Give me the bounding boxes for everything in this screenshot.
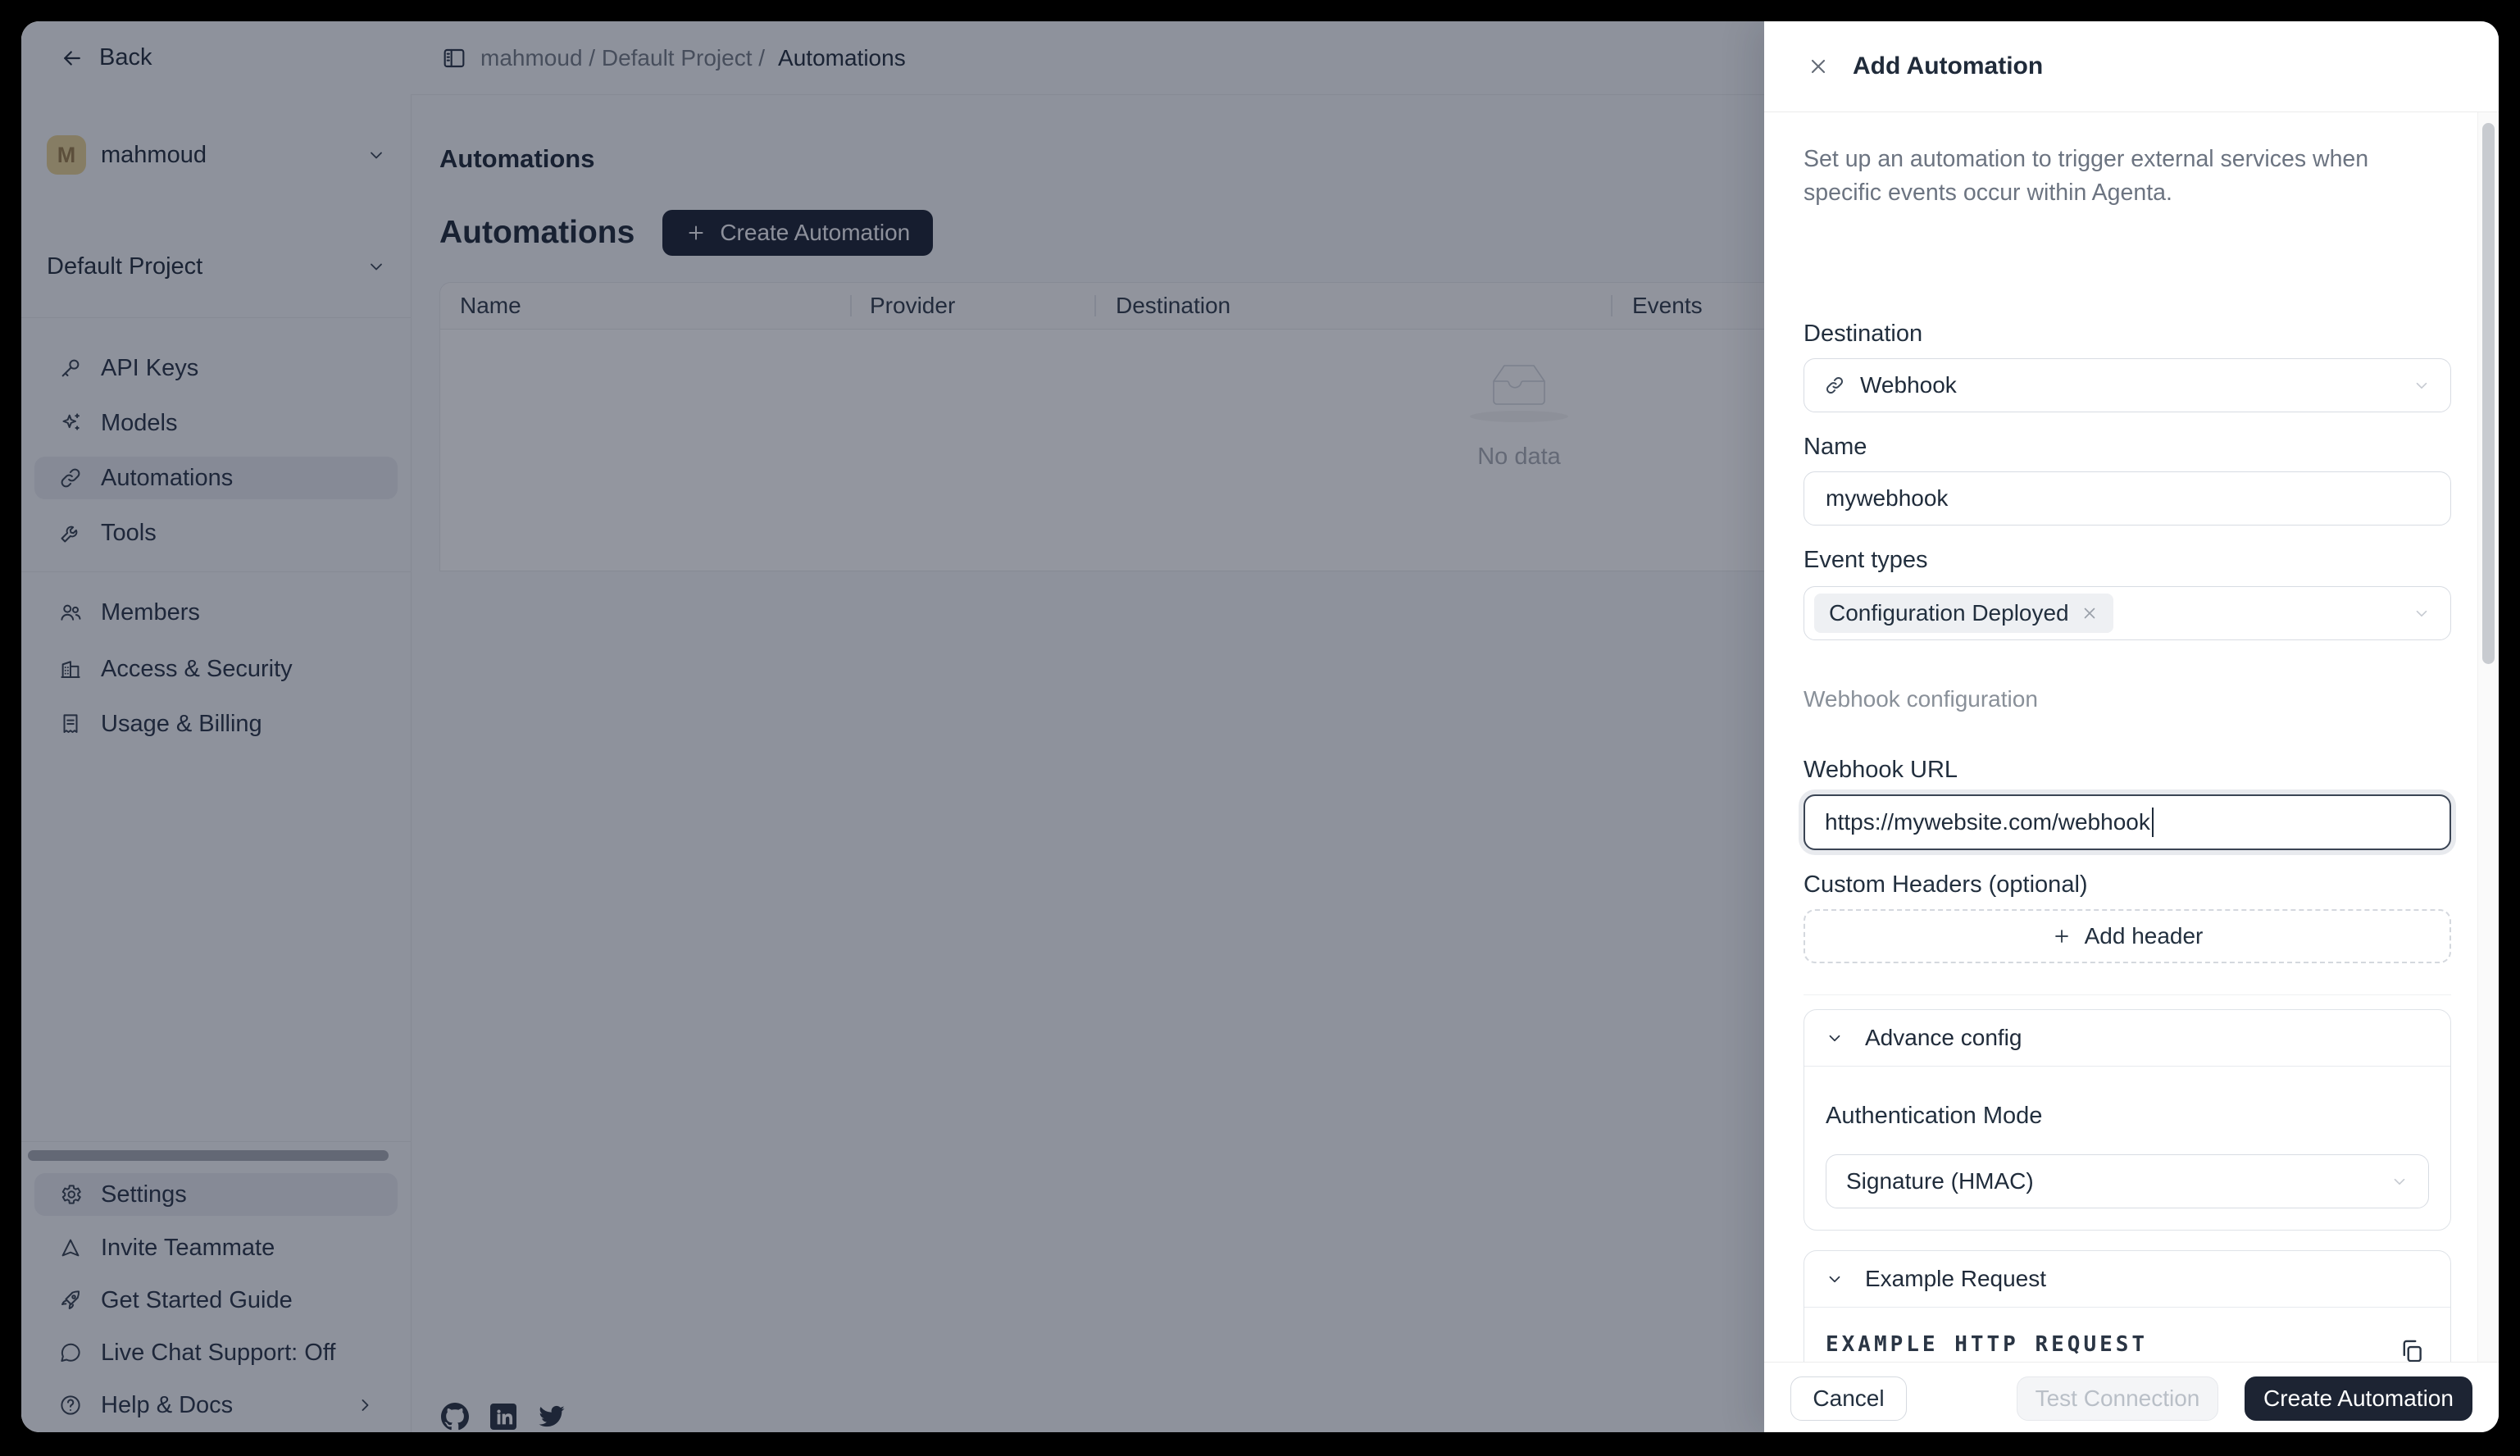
text-caret (2152, 808, 2154, 837)
drawer-scrollbar-thumb[interactable] (2482, 123, 2495, 664)
event-type-tag-label: Configuration Deployed (1829, 600, 2069, 626)
webhook-url-value: https://mywebsite.com/webhook (1825, 809, 2150, 835)
destination-label: Destination (1804, 321, 1922, 348)
chevron-down-icon (1826, 1029, 1844, 1047)
auth-mode-label: Authentication Mode (1826, 1103, 2429, 1130)
event-types-label: Event types (1804, 547, 1928, 574)
test-connection-button[interactable]: Test Connection (2017, 1376, 2218, 1421)
drawer-header: Add Automation (1764, 21, 2499, 112)
webhook-config-section-title: Webhook configuration (1804, 686, 2038, 712)
add-automation-drawer: Add Automation Set up an automation to t… (1764, 21, 2499, 1432)
create-automation-submit-button[interactable]: Create Automation (2245, 1376, 2472, 1421)
destination-value: Webhook (1860, 372, 1957, 398)
add-header-button[interactable]: Add header (1804, 909, 2451, 963)
copy-icon[interactable] (2398, 1337, 2426, 1365)
close-icon[interactable] (1807, 55, 1830, 78)
drawer-scrollbar-track[interactable] (2477, 112, 2499, 1362)
tag-close-icon[interactable] (2081, 604, 2099, 622)
chevron-down-icon (2413, 604, 2431, 622)
destination-select[interactable]: Webhook (1804, 358, 2451, 412)
plus-icon (2052, 926, 2072, 946)
advance-config-card: Advance config Authentication Mode Signa… (1804, 1009, 2451, 1231)
advance-config-toggle[interactable]: Advance config (1804, 1010, 2450, 1067)
advance-config-title: Advance config (1865, 1025, 2022, 1051)
custom-headers-label: Custom Headers (optional) (1804, 871, 2088, 899)
example-request-title: Example Request (1865, 1266, 2046, 1292)
screen: Back mahmoud / Default Project / Automat… (0, 0, 2520, 1456)
chevron-down-icon (2413, 376, 2431, 394)
divider (1804, 994, 2451, 995)
name-label: Name (1804, 434, 1867, 461)
cancel-button[interactable]: Cancel (1790, 1376, 1907, 1421)
add-header-label: Add header (2085, 923, 2204, 949)
example-request-toggle[interactable]: Example Request (1804, 1251, 2450, 1308)
code-block-label: EXAMPLE HTTP REQUEST (1826, 1332, 2148, 1357)
drawer-title: Add Automation (1853, 52, 2043, 80)
app-window: Back mahmoud / Default Project / Automat… (21, 21, 2499, 1432)
chevron-down-icon (1826, 1270, 1844, 1288)
chevron-down-icon (2390, 1172, 2409, 1190)
drawer-footer: Cancel Test Connection Create Automation (1764, 1362, 2499, 1432)
link-icon (1824, 375, 1845, 396)
drawer-description: Set up an automation to trigger external… (1804, 143, 2386, 210)
event-type-tag: Configuration Deployed (1814, 594, 2113, 633)
auth-mode-select[interactable]: Signature (HMAC) (1826, 1154, 2429, 1208)
auth-mode-value: Signature (HMAC) (1846, 1168, 2034, 1194)
drawer-body: Set up an automation to trigger external… (1804, 112, 2451, 1362)
event-types-select[interactable]: Configuration Deployed (1804, 586, 2451, 640)
webhook-url-label: Webhook URL (1804, 757, 1958, 784)
webhook-url-input[interactable]: https://mywebsite.com/webhook (1804, 794, 2451, 850)
name-input[interactable] (1804, 471, 2451, 526)
